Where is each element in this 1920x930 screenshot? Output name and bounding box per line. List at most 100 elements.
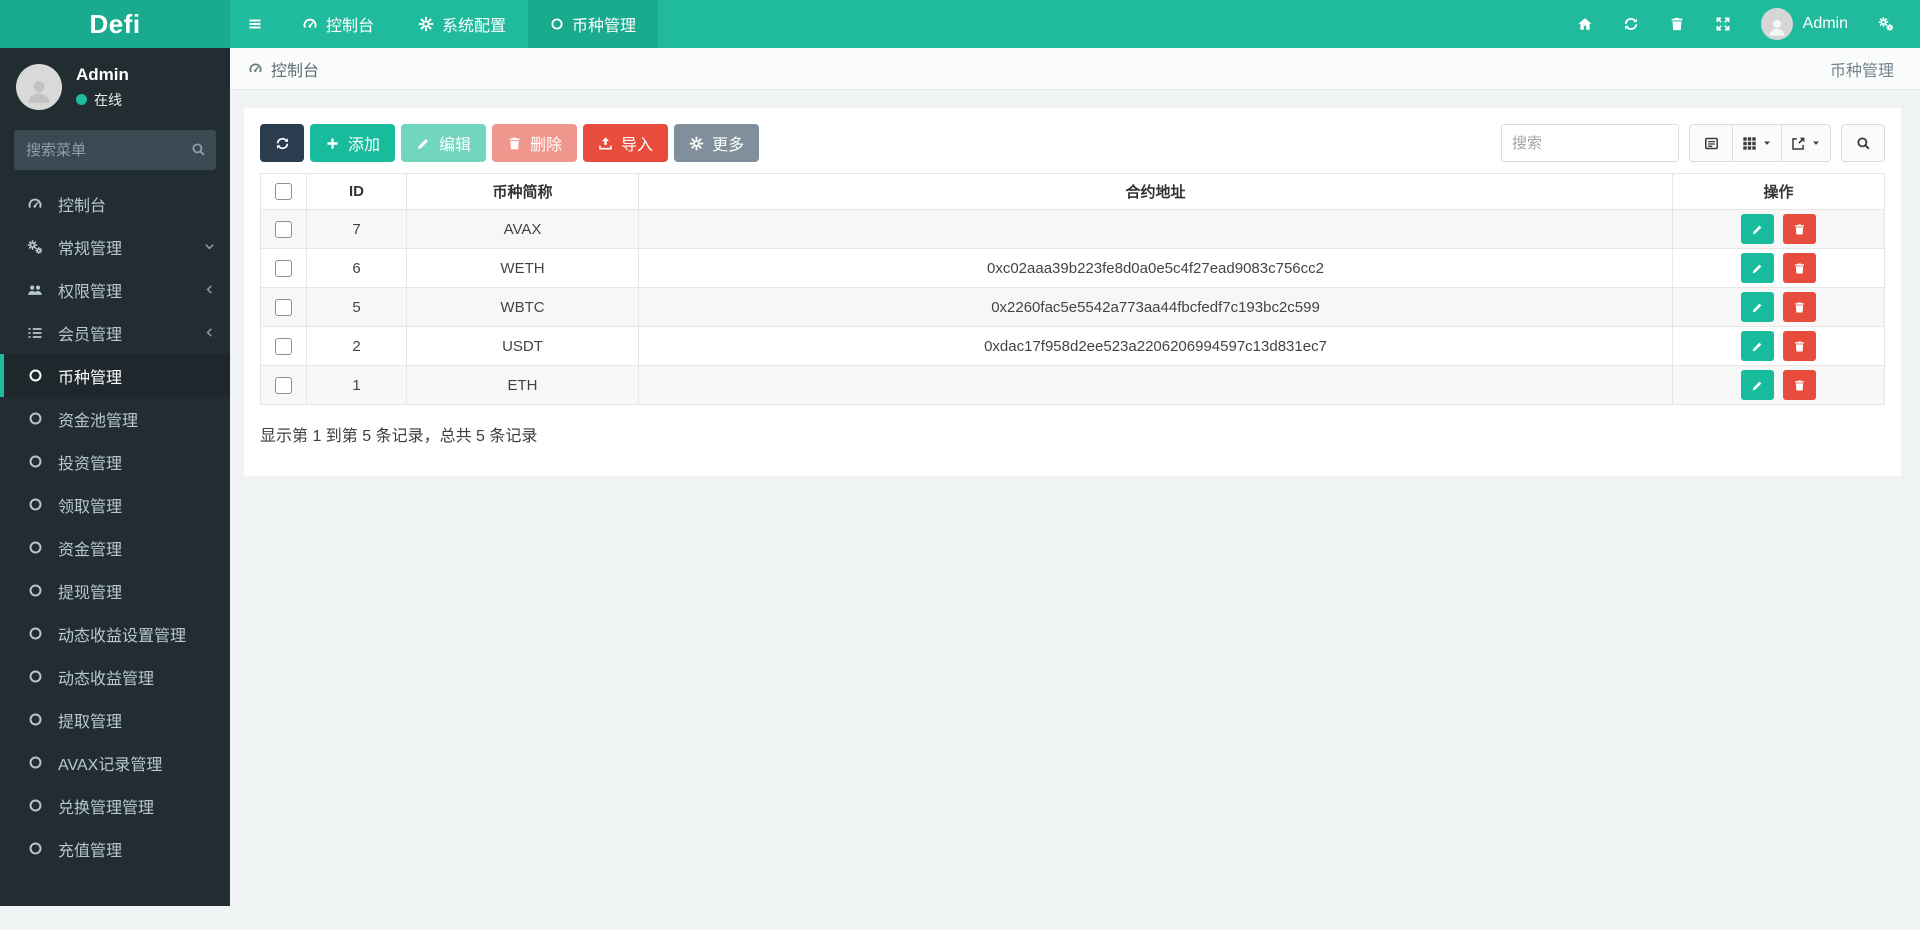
online-dot xyxy=(76,94,87,105)
sidebar-item-fund-pool[interactable]: 资金池管理 xyxy=(0,397,230,440)
table-search-input[interactable] xyxy=(1501,124,1679,162)
cell-symbol: USDT xyxy=(406,326,639,366)
sidebar-item-dashboard[interactable]: 控制台 xyxy=(0,182,230,225)
more-button[interactable]: 更多 xyxy=(674,124,760,162)
row-delete-button[interactable] xyxy=(1783,253,1817,283)
sidebar-user-name: Admin xyxy=(76,64,129,84)
expand-icon xyxy=(1715,16,1731,32)
settings-button[interactable] xyxy=(1878,16,1894,32)
cell-id: 5 xyxy=(306,287,407,327)
sidebar-item-claim[interactable]: 领取管理 xyxy=(0,483,230,526)
pencil-icon xyxy=(1751,379,1764,392)
import-button[interactable]: 导入 xyxy=(583,124,669,162)
circle-icon xyxy=(24,368,46,383)
delete-button[interactable]: 删除 xyxy=(492,124,578,162)
search-toggle-button[interactable] xyxy=(1841,124,1885,162)
header-contract[interactable]: 合约地址 xyxy=(638,173,1673,210)
sidebar-item-members[interactable]: 会员管理 xyxy=(0,311,230,354)
export-button[interactable] xyxy=(1782,124,1831,162)
app-logo[interactable]: Defi xyxy=(0,0,230,48)
row-checkbox[interactable] xyxy=(275,376,292,394)
tab-label: 币种管理 xyxy=(572,18,637,35)
row-edit-button[interactable] xyxy=(1740,292,1774,322)
row-checkbox[interactable] xyxy=(275,259,292,277)
sidebar-toggle-button[interactable] xyxy=(230,0,280,48)
user-menu[interactable]: Admin xyxy=(1760,8,1848,40)
row-edit-button[interactable] xyxy=(1740,370,1774,400)
refresh-icon xyxy=(1623,16,1639,32)
sidebar-item-general[interactable]: 常规管理 xyxy=(0,225,230,268)
row-edit-button[interactable] xyxy=(1740,331,1774,361)
refresh-icon xyxy=(275,136,290,151)
cell-symbol: AVAX xyxy=(406,209,639,249)
sidebar-item-investment[interactable]: 投资管理 xyxy=(0,440,230,483)
gear-icon xyxy=(689,136,704,151)
tab-console[interactable]: 控制台 xyxy=(280,0,396,48)
row-delete-button[interactable] xyxy=(1783,331,1817,361)
chevron-down-icon xyxy=(203,240,216,253)
sidebar-item-currency[interactable]: 币种管理 xyxy=(0,354,230,397)
sidebar-item-recharge[interactable]: 充值管理 xyxy=(0,827,230,870)
cell-id: 6 xyxy=(306,248,407,288)
fullscreen-button[interactable] xyxy=(1715,16,1731,32)
row-edit-button[interactable] xyxy=(1740,214,1774,244)
tab-system-config[interactable]: 系统配置 xyxy=(396,0,528,48)
select-all-checkbox[interactable] xyxy=(275,183,292,201)
row-edit-button[interactable] xyxy=(1740,253,1774,283)
row-checkbox[interactable] xyxy=(275,337,292,355)
sidebar-item-avax-records[interactable]: AVAX记录管理 xyxy=(0,741,230,784)
refresh-button[interactable] xyxy=(1623,16,1639,32)
pencil-icon xyxy=(1751,301,1764,314)
toolbar-right xyxy=(1501,124,1885,162)
plus-icon xyxy=(325,136,340,151)
caret-down-icon xyxy=(1762,138,1772,148)
row-delete-button[interactable] xyxy=(1783,292,1817,322)
list-icon xyxy=(24,325,46,341)
circle-icon xyxy=(24,712,46,727)
row-checkbox[interactable] xyxy=(275,220,292,238)
sidebar-item-exchange[interactable]: 兑换管理管理 xyxy=(0,784,230,827)
cell-symbol: ETH xyxy=(406,365,639,405)
gauge-icon xyxy=(248,61,263,76)
columns-button[interactable] xyxy=(1733,124,1782,162)
header-symbol[interactable]: 币种简称 xyxy=(406,173,639,210)
cell-id: 1 xyxy=(306,365,407,405)
breadcrumb-left[interactable]: 控制台 xyxy=(248,57,319,81)
row-checkbox[interactable] xyxy=(275,298,292,316)
gear-icon xyxy=(418,16,434,32)
users-icon xyxy=(24,282,46,298)
view-button-group xyxy=(1689,124,1831,162)
home-button[interactable] xyxy=(1577,16,1593,32)
tab-currency-management[interactable]: 币种管理 xyxy=(528,0,659,48)
clear-cache-button[interactable] xyxy=(1669,16,1685,32)
menu-search-input[interactable] xyxy=(14,130,216,170)
row-delete-button[interactable] xyxy=(1783,370,1817,400)
sidebar-item-funds[interactable]: 资金管理 xyxy=(0,526,230,569)
table-header-row: ID 币种简称 合约地址 操作 xyxy=(260,173,1885,210)
table-toolbar: 添加 编辑 删除 导入 更多 xyxy=(260,124,1885,162)
add-button[interactable]: 添加 xyxy=(310,124,396,162)
avatar xyxy=(1760,8,1793,40)
username: Admin xyxy=(1802,15,1848,32)
table-row: 2 USDT 0xdac17f958d2ee523a2206206994597c… xyxy=(260,326,1885,366)
detail-view-icon xyxy=(1704,136,1719,151)
header-id[interactable]: ID xyxy=(306,173,407,210)
sidebar-item-dynamic-income-settings[interactable]: 动态收益设置管理 xyxy=(0,612,230,655)
content-panel: 添加 编辑 删除 导入 更多 搜索 ID 币种简称 合约地址 操作 7 AVAX… xyxy=(244,108,1901,476)
search-icon xyxy=(191,142,206,157)
sidebar-item-extract[interactable]: 提取管理 xyxy=(0,698,230,741)
refresh-table-button[interactable] xyxy=(260,124,304,162)
detail-view-button[interactable] xyxy=(1689,124,1733,162)
edit-button[interactable]: 编辑 xyxy=(401,124,487,162)
gauge-icon xyxy=(24,196,46,212)
row-delete-button[interactable] xyxy=(1783,214,1817,244)
sidebar-item-permissions[interactable]: 权限管理 xyxy=(0,268,230,311)
circle-icon xyxy=(24,540,46,555)
trash-icon xyxy=(1793,379,1806,392)
caret-down-icon xyxy=(1811,138,1821,148)
sidebar-item-withdrawal[interactable]: 提现管理 xyxy=(0,569,230,612)
tab-label: 控制台 xyxy=(326,18,375,35)
gauge-icon xyxy=(302,16,318,32)
currency-table: ID 币种简称 合约地址 操作 7 AVAX 6 WETH 0xc02aaa39… xyxy=(260,173,1885,405)
sidebar-item-dynamic-income[interactable]: 动态收益管理 xyxy=(0,655,230,698)
